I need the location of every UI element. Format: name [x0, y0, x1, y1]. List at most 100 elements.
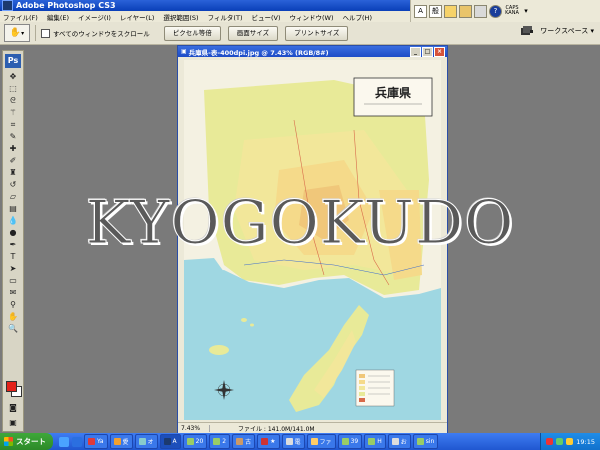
tray-volume-icon[interactable] [566, 438, 574, 445]
taskbar-label: ファ [319, 439, 332, 446]
watermark-text: KYOGOKUDO [85, 188, 515, 259]
workspace-menu[interactable]: ワークスペース ▾ [540, 26, 594, 36]
options-bar: ✋ ▾ すべてのウィンドウをスクロール ピクセル等倍 画面サイズ プリントサイズ … [0, 22, 600, 45]
taskbar-button-20[interactable]: 20 [182, 434, 208, 449]
print-size-button[interactable]: プリントサイズ [285, 25, 349, 41]
menu-filter[interactable]: フィルタ(T) [205, 12, 249, 22]
taskbar-button-o[interactable]: オ [134, 434, 158, 449]
start-button[interactable]: スタート [0, 433, 53, 450]
file-size-info[interactable]: ファイル : 141.0M/141.0M [210, 424, 315, 433]
app-icon [186, 438, 194, 445]
dodge-tool-icon[interactable]: ● [5, 227, 21, 238]
taskbar-label: sin [425, 438, 435, 445]
palette-well-icon[interactable] [520, 25, 534, 37]
taskbar-button-ya[interactable]: Ya [84, 434, 108, 449]
map-legend [355, 369, 395, 407]
menu-file[interactable]: ファイル(F) [0, 12, 44, 22]
menu-image[interactable]: イメージ(I) [75, 12, 117, 22]
zoom-level-field[interactable]: 7.43% [178, 424, 210, 432]
menu-select[interactable]: 選択範囲(S) [160, 12, 204, 22]
menu-edit[interactable]: 編集(E) [44, 12, 75, 22]
taskbar-button-ai[interactable]: 愛 [109, 434, 133, 449]
ime-dictionary-icon[interactable] [444, 4, 457, 18]
taskbar-label: オ [147, 439, 154, 446]
lasso-tool-icon[interactable]: ᘓ [5, 95, 21, 106]
notes-tool-icon[interactable]: ✉ [5, 287, 21, 298]
pen-tool-icon[interactable]: ✒ [5, 239, 21, 250]
folder-icon [310, 438, 318, 445]
kana-label: KANA [505, 10, 519, 16]
marquee-tool-icon[interactable]: ⬚ [5, 83, 21, 94]
foreground-color-swatch[interactable] [6, 381, 17, 392]
ime-mode-a[interactable]: A [414, 4, 427, 18]
maximize-button[interactable]: □ [422, 46, 433, 57]
menu-help[interactable]: ヘルプ(H) [340, 12, 378, 22]
menu-window[interactable]: ウィンドウ(W) [287, 12, 340, 22]
gradient-tool-icon[interactable]: ▤ [5, 203, 21, 214]
tray-network-icon[interactable] [556, 438, 564, 445]
taskbar-button-photoshop[interactable]: A [159, 434, 181, 449]
taskbar-button-39[interactable]: 39 [337, 434, 363, 449]
scroll-all-windows-checkbox[interactable] [41, 28, 50, 38]
healing-brush-tool-icon[interactable]: ✚ [5, 143, 21, 154]
shape-tool-icon[interactable]: ▭ [5, 275, 21, 286]
close-button[interactable]: × [434, 46, 445, 57]
hand-tool-preset-picker[interactable]: ✋ ▾ [4, 24, 30, 42]
app-title: Adobe Photoshop CS3 [16, 1, 116, 10]
app-icon [416, 438, 424, 445]
quick-mask-icon[interactable]: ◙ [5, 402, 21, 413]
zoom-tool-icon[interactable]: 🔍 [5, 323, 21, 334]
divider [35, 25, 36, 41]
taskbar-label: 2 [222, 438, 227, 445]
document-window-controls: _ □ × [410, 46, 445, 57]
tray-security-icon[interactable] [546, 438, 554, 445]
workspace-area: ワークスペース ▾ [520, 25, 594, 37]
menu-view[interactable]: ビュー(V) [248, 12, 286, 22]
ie-quicklaunch-icon[interactable] [72, 436, 82, 447]
taskbar-button-2[interactable]: 2 [209, 434, 231, 449]
move-tool-icon[interactable]: ✥ [5, 71, 21, 82]
ime-pad-icon[interactable] [459, 4, 472, 18]
app-icon [391, 438, 399, 445]
hand-tool-icon[interactable]: ✋ [5, 311, 21, 322]
taskbar-button-star[interactable]: ★ [257, 434, 280, 449]
type-tool-icon[interactable]: T [5, 251, 21, 262]
document-status-bar: 7.43% ファイル : 141.0M/141.0M [178, 422, 447, 433]
windows-flag-icon [4, 437, 13, 446]
clock[interactable]: 19:15 [576, 438, 595, 446]
app-icon [113, 438, 121, 445]
path-selection-tool-icon[interactable]: ➤ [5, 263, 21, 274]
fit-screen-button[interactable]: 画面サイズ [227, 25, 279, 41]
minimize-button[interactable]: _ [410, 46, 421, 57]
slice-tool-icon[interactable]: ✎ [5, 131, 21, 142]
ime-language-bar: A 般 ? CAPS KANA ▾ [410, 0, 600, 22]
ime-caps-indicator: CAPS KANA [504, 6, 520, 16]
taskbar-button-den[interactable]: 電 [281, 434, 305, 449]
taskbar-label: 39 [350, 438, 359, 445]
taskbar-button-sin[interactable]: sin [412, 434, 439, 449]
taskbar-button-fa[interactable]: ファ [306, 434, 336, 449]
ps-doc-icon: ▣ [181, 48, 187, 55]
ime-bar-options-icon[interactable]: ▾ [522, 6, 530, 17]
actual-pixels-button[interactable]: ピクセル等倍 [163, 25, 221, 41]
taskbar-button-furu[interactable]: 古 [232, 434, 256, 449]
blur-tool-icon[interactable]: 💧 [5, 215, 21, 226]
brush-tool-icon[interactable]: ✐ [5, 155, 21, 166]
show-desktop-icon[interactable] [59, 436, 69, 447]
eraser-tool-icon[interactable]: ▱ [5, 191, 21, 202]
screen-mode-icon[interactable]: ▣ [5, 417, 21, 428]
taskbar-label: お [400, 439, 407, 446]
magic-wand-tool-icon[interactable]: ⚚ [5, 107, 21, 118]
ime-mode-general[interactable]: 般 [429, 4, 442, 18]
history-brush-tool-icon[interactable]: ↺ [5, 179, 21, 190]
menu-layer[interactable]: レイヤー(L) [117, 12, 161, 22]
taskbar-button-o2[interactable]: お [387, 434, 411, 449]
photoshop-logo: Ps [5, 54, 21, 68]
taskbar-button-h[interactable]: H [364, 434, 386, 449]
clone-stamp-tool-icon[interactable]: ♜ [5, 167, 21, 178]
ime-tools-icon[interactable] [474, 4, 487, 18]
crop-tool-icon[interactable]: ⌗ [5, 119, 21, 130]
chevron-down-icon: ▾ [21, 29, 25, 37]
help-icon[interactable]: ? [489, 4, 502, 18]
eyedropper-tool-icon[interactable]: ⚲ [5, 299, 21, 310]
